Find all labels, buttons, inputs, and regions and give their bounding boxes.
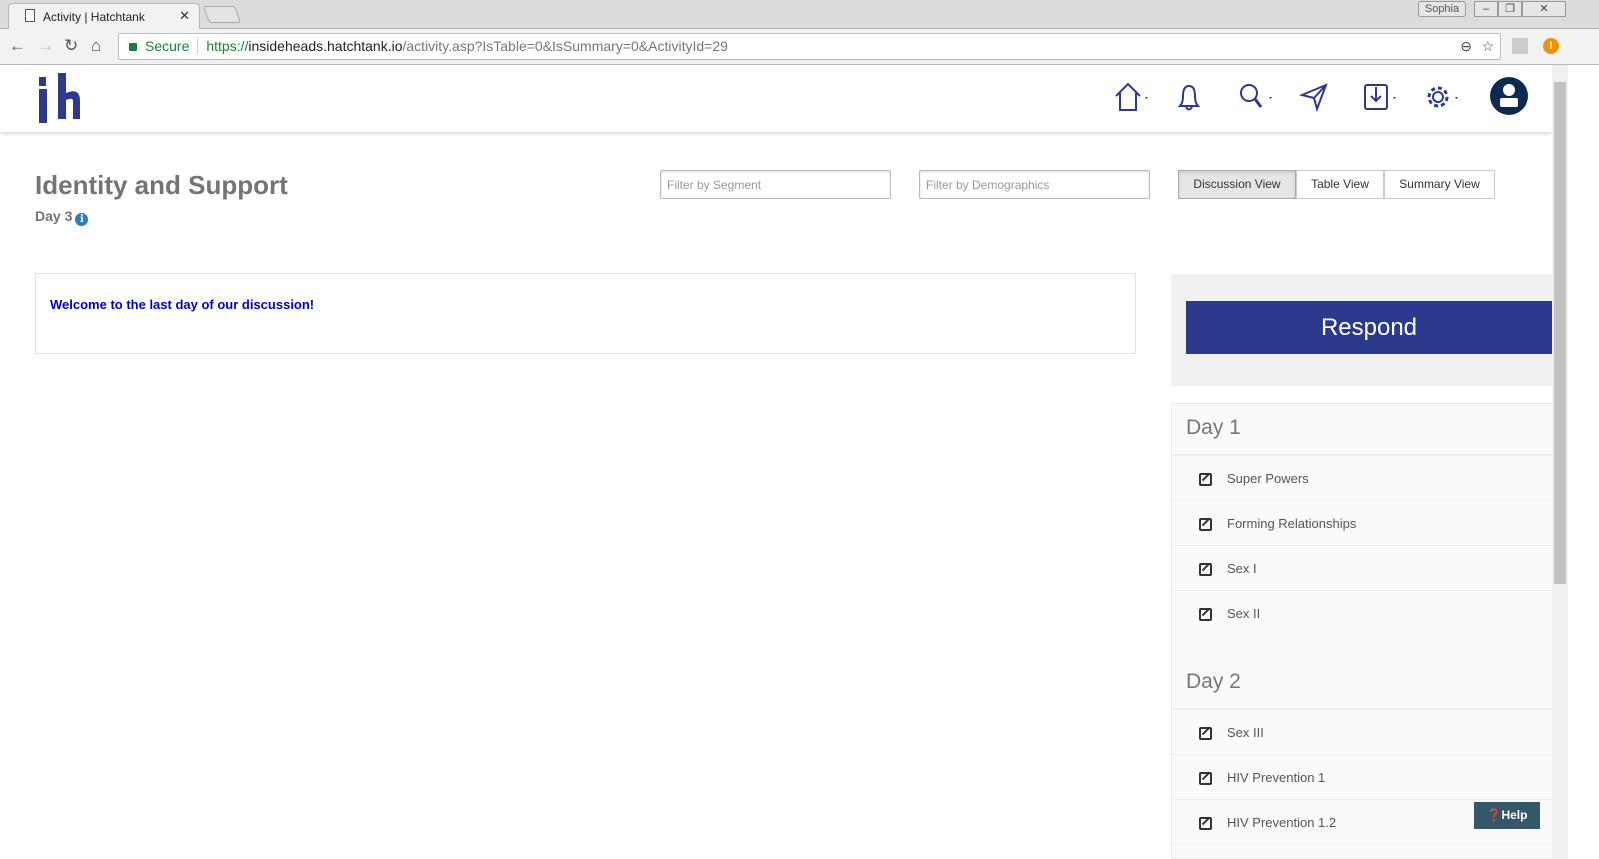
edit-icon — [1199, 772, 1212, 785]
scrollbar-thumb[interactable] — [1554, 82, 1566, 584]
item-label: Sex II — [1227, 606, 1261, 621]
home-icon[interactable]: ⌂ — [91, 36, 101, 56]
activity-list: Day 1 Super Powers Forming Relationships… — [1171, 403, 1552, 859]
minimize-button[interactable]: – — [1474, 1, 1498, 17]
bell-icon[interactable] — [1172, 79, 1212, 115]
settings-menu-icon[interactable] — [1422, 79, 1462, 115]
page-icon — [25, 9, 35, 22]
new-tab-button[interactable] — [202, 6, 242, 23]
download-menu-icon[interactable] — [1360, 79, 1400, 115]
intro-message: Welcome to the last day of our discussio… — [35, 273, 1136, 354]
item-label: Sex III — [1227, 725, 1264, 740]
url-path: /activity.asp?IsTable=0&IsSummary=0&Acti… — [402, 38, 728, 54]
edit-icon — [1199, 608, 1212, 621]
search-menu-icon[interactable] — [1236, 79, 1276, 115]
item-label: Super Powers — [1227, 471, 1309, 486]
pdf-extension-icon[interactable] — [1512, 38, 1528, 54]
help-label: Help — [1501, 808, 1528, 822]
alert-icon[interactable]: ! — [1543, 38, 1559, 54]
help-icon: ❓ — [1486, 808, 1502, 822]
summary-view-button[interactable]: Summary View — [1384, 170, 1495, 199]
send-icon[interactable] — [1298, 79, 1338, 115]
edit-icon — [1199, 817, 1212, 830]
app-header — [0, 65, 1552, 132]
restore-button[interactable]: ❐ — [1498, 1, 1522, 17]
edit-icon — [1199, 727, 1212, 740]
address-toolbar: ← → ↻ ⌂ Secure https://insideheads.hatcht… — [0, 29, 1599, 65]
list-item[interactable]: Sex III — [1172, 710, 1552, 755]
zoom-icon[interactable]: ⊖ — [1460, 34, 1472, 59]
url-bar[interactable]: Secure https://insideheads.hatchtank.io/a… — [118, 33, 1501, 60]
browser-tab[interactable]: Activity | Hatchtank ✕ — [8, 3, 200, 29]
close-window-button[interactable]: ✕ — [1522, 1, 1566, 17]
day-heading: Day 1 — [1172, 404, 1552, 456]
forward-icon[interactable]: → — [37, 36, 54, 56]
respond-button[interactable]: Respond — [1186, 301, 1552, 354]
secure-label: Secure — [145, 38, 199, 54]
profile-button[interactable]: Sophia — [1418, 1, 1466, 17]
list-item[interactable]: Sex I — [1172, 546, 1552, 591]
edit-icon — [1199, 518, 1212, 531]
item-label: HIV Prevention 1 — [1227, 770, 1326, 785]
item-label: Sex I — [1227, 561, 1257, 576]
list-item[interactable]: Super Powers — [1172, 456, 1552, 501]
tab-title: Activity | Hatchtank — [43, 10, 145, 24]
page-title: Identity and Support — [35, 170, 288, 200]
help-button[interactable]: ❓Help — [1474, 802, 1540, 829]
discussion-view-button[interactable]: Discussion View — [1178, 170, 1296, 199]
day-heading: Day 2 — [1172, 658, 1552, 710]
browser-tab-bar: Activity | Hatchtank ✕ Sophia – ❐ ✕ — [0, 0, 1599, 29]
list-item[interactable]: Sex II — [1172, 591, 1552, 636]
lock-icon — [129, 43, 137, 51]
list-item[interactable]: Forming Relationships — [1172, 501, 1552, 546]
reload-icon[interactable]: ↻ — [64, 36, 78, 56]
demographics-filter-input[interactable] — [919, 170, 1150, 199]
day-text: Day 3 — [35, 208, 73, 224]
edit-icon — [1199, 473, 1212, 486]
item-label: Forming Relationships — [1227, 516, 1357, 531]
segment-filter-input[interactable] — [660, 170, 891, 199]
day-label: Day 3i — [35, 208, 89, 226]
logo-icon[interactable] — [36, 73, 84, 125]
home-menu-icon[interactable] — [1112, 79, 1152, 115]
url-host: insideheads.hatchtank.io — [248, 38, 403, 54]
bookmark-star-icon[interactable]: ☆ — [1481, 34, 1494, 59]
info-icon[interactable]: i — [75, 213, 89, 226]
table-view-button[interactable]: Table View — [1296, 170, 1384, 199]
edit-icon — [1199, 563, 1212, 576]
avatar[interactable] — [1490, 77, 1528, 115]
close-tab-icon[interactable]: ✕ — [179, 8, 190, 24]
item-label: HIV Prevention 1.2 — [1227, 815, 1337, 830]
back-icon[interactable]: ← — [9, 36, 26, 56]
list-item[interactable]: HIV Prevention 1 — [1172, 755, 1552, 800]
url-scheme: https:// — [206, 38, 249, 54]
